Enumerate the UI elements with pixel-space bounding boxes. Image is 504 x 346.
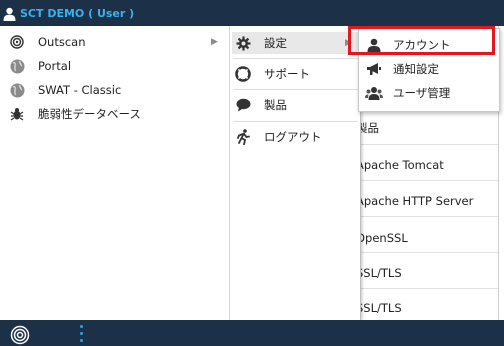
menu-item-label: サポート xyxy=(264,67,310,81)
menu-column-divider xyxy=(229,26,230,320)
menu-item-portal[interactable]: Portal xyxy=(9,55,71,77)
background-divider xyxy=(360,144,504,145)
menu-separator xyxy=(233,121,358,122)
user-menu-label: SCT DEMO ( User ) xyxy=(20,7,135,20)
target-icon xyxy=(9,34,25,50)
menu-separator xyxy=(233,58,358,59)
running-man-icon xyxy=(235,129,251,145)
menu-item-products[interactable]: 製品 xyxy=(235,94,287,116)
submenu-item-label: ユーザ管理 xyxy=(393,86,451,100)
menu-item-vulnerability-database[interactable]: 脆弱性データベース xyxy=(9,103,141,125)
menu-item-label: SWAT - Classic xyxy=(38,83,122,97)
target-logo-icon[interactable] xyxy=(10,325,30,345)
background-item: SSL/TLS xyxy=(356,301,402,315)
globe-icon xyxy=(9,58,25,74)
bug-icon xyxy=(9,106,25,122)
menu-item-settings[interactable]: 設定 xyxy=(235,32,287,54)
menu-item-label: Portal xyxy=(38,59,72,73)
users-icon xyxy=(365,85,383,101)
main-menu: Outscan ▶ Portal SWAT - Classic 脆弱性データベー… xyxy=(0,26,361,320)
background-item: Apache HTTP Server xyxy=(356,194,474,208)
highlight-annotation xyxy=(348,26,495,55)
submenu-item-user-management[interactable]: ユーザ管理 xyxy=(359,82,499,104)
menu-item-label: Outscan xyxy=(38,35,86,49)
gear-icon xyxy=(235,35,251,51)
menu-item-logout[interactable]: ログアウト xyxy=(235,126,322,148)
background-divider xyxy=(360,216,504,217)
background-divider xyxy=(360,180,504,181)
menu-item-outscan[interactable]: Outscan xyxy=(9,31,86,53)
menu-item-label: 設定 xyxy=(264,36,287,50)
bottom-bar xyxy=(0,320,504,346)
more-vertical-icon[interactable] xyxy=(80,325,83,342)
menu-item-label: ログアウト xyxy=(264,130,322,144)
chevron-right-icon: ▶ xyxy=(211,37,218,47)
chat-icon xyxy=(235,97,251,113)
megaphone-icon xyxy=(365,61,383,77)
menu-item-label: 脆弱性データベース xyxy=(38,107,141,121)
menu-item-swat-classic[interactable]: SWAT - Classic xyxy=(9,79,121,101)
submenu-item-label: 通知設定 xyxy=(393,62,439,76)
top-navbar: SCT DEMO ( User ) xyxy=(0,0,504,26)
background-item: Apache Tomcat xyxy=(356,158,444,172)
background-item: SSL/TLS xyxy=(356,266,402,280)
background-divider xyxy=(360,288,504,289)
menu-item-label: 製品 xyxy=(264,98,287,112)
lifebuoy-icon xyxy=(235,66,251,82)
background-divider xyxy=(360,252,504,253)
background-item: OpenSSL xyxy=(356,231,408,245)
menu-separator xyxy=(233,89,358,90)
user-menu-button[interactable]: SCT DEMO ( User ) xyxy=(3,5,134,22)
globe-icon xyxy=(9,82,25,98)
user-icon xyxy=(3,7,16,21)
submenu-item-notification-settings[interactable]: 通知設定 xyxy=(359,58,499,80)
menu-item-support[interactable]: サポート xyxy=(235,63,310,85)
